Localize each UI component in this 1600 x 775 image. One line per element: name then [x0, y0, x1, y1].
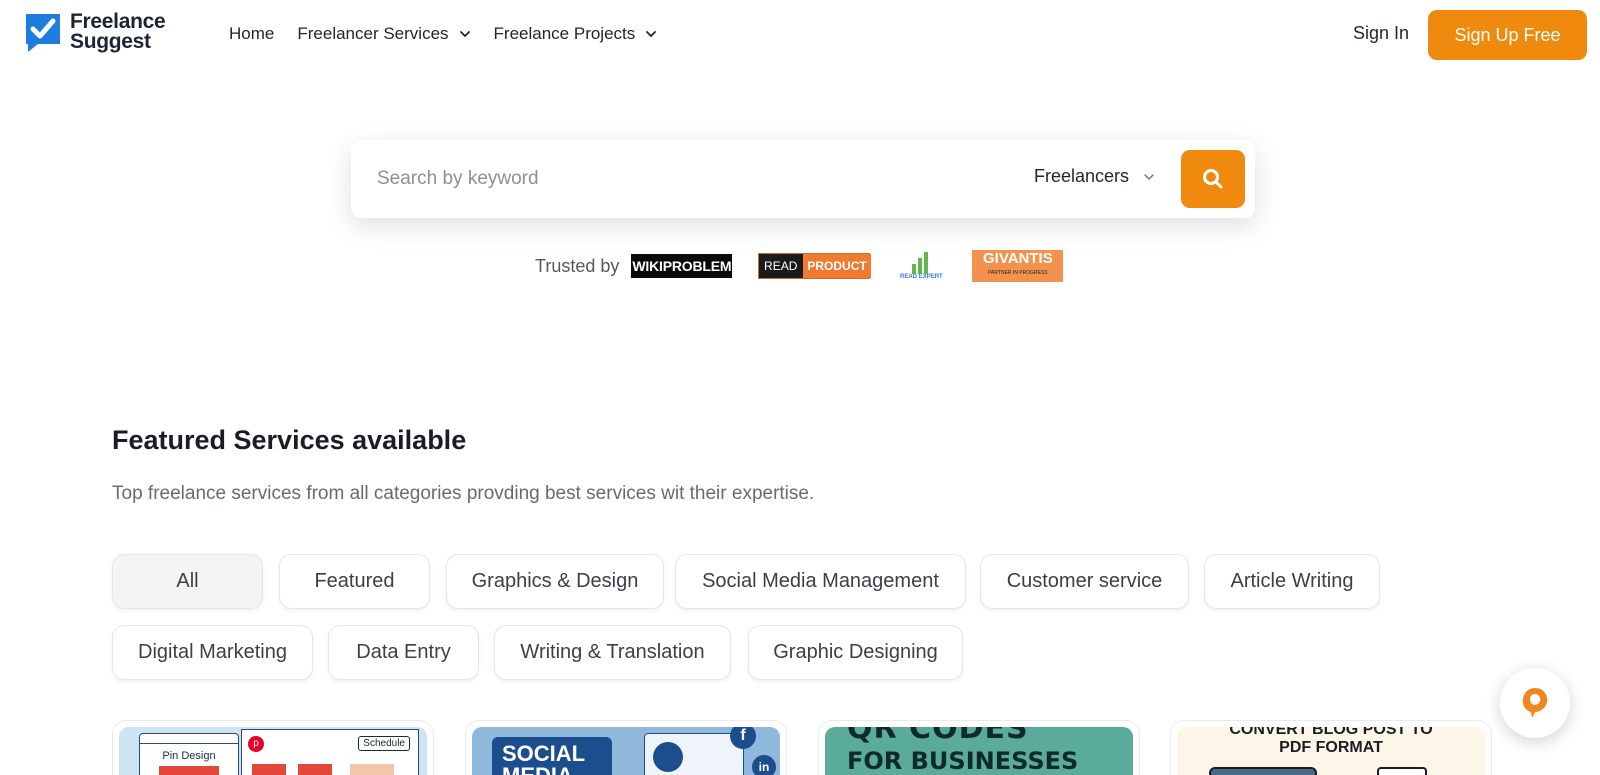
logo-line1: Freelance	[70, 10, 166, 33]
service-card[interactable]: SOCIAL MEDIA f in	[465, 720, 787, 775]
nav-freelance-projects[interactable]: Freelance Projects	[494, 22, 658, 46]
brand-logo-givantis: GIVANTIS PARTNER IN PROGRESS	[972, 250, 1064, 282]
service-card-image: Pin Design p Schedule	[119, 727, 427, 775]
thumb-3	[350, 764, 394, 775]
sign-in-link[interactable]: Sign In	[1353, 23, 1409, 44]
pin-design-panel: Pin Design	[139, 733, 239, 775]
profile-card	[644, 733, 744, 775]
nav-home-label: Home	[229, 24, 275, 43]
chevron-down-icon	[1144, 173, 1154, 180]
featured-title: Featured Services available	[112, 425, 467, 455]
sign-up-button[interactable]: Sign Up Free	[1428, 10, 1587, 60]
document-illustration	[1377, 767, 1427, 775]
service-card[interactable]: Pin Design p Schedule	[112, 720, 434, 775]
logo-line2: Suggest	[70, 30, 151, 53]
brand-read-text: READ	[764, 259, 798, 273]
chip-graphic-designing[interactable]: Graphic Designing	[748, 625, 963, 680]
pdf-format-heading: PDF FORMAT	[1279, 739, 1383, 756]
brand-logo-wikiproblem: WIKIPROBLEM	[631, 254, 733, 278]
search-icon	[1203, 169, 1223, 189]
featured-subtitle: Top freelance services from all categori…	[112, 483, 815, 504]
brand-readexpert-text: READ EXPERT	[900, 274, 943, 280]
brand-givantis-tagline: PARTNER IN PROGRESS	[988, 270, 1048, 276]
nav-home[interactable]: Home	[229, 22, 274, 46]
checkmark-logo-icon	[24, 12, 62, 52]
pinterest-icon: p	[248, 736, 264, 752]
chevron-down-icon	[459, 31, 470, 38]
service-card-image: SOCIAL MEDIA f in	[472, 727, 780, 775]
brand-givantis-text: GIVANTIS	[983, 250, 1053, 267]
media-text: MEDIA	[502, 765, 602, 775]
search-input[interactable]	[377, 163, 937, 195]
chip-writing-translation[interactable]: Writing & Translation	[494, 625, 731, 680]
social-text: SOCIAL	[502, 741, 586, 766]
avatar-icon	[653, 742, 683, 772]
convert-heading: CONVERT BLOG POST TO	[1229, 727, 1433, 738]
thumb-1	[252, 764, 286, 775]
social-media-badge: SOCIAL MEDIA	[492, 737, 612, 775]
chip-article-writing[interactable]: Article Writing	[1204, 554, 1380, 609]
service-card-image: CONVERT BLOG POST TO PDF FORMAT	[1177, 727, 1485, 775]
chip-all[interactable]: All	[112, 554, 263, 609]
thumb-2	[298, 764, 332, 775]
chat-icon	[1522, 688, 1548, 718]
nav-freelancer-services-label: Freelancer Services	[297, 24, 449, 43]
logo[interactable]: Freelance Suggest	[24, 10, 166, 53]
chip-data-entry[interactable]: Data Entry	[328, 625, 479, 680]
nav-freelancer-services[interactable]: Freelancer Services	[297, 22, 470, 46]
main-nav: Home Freelancer Services Freelance Proje…	[229, 22, 657, 46]
bar-chart-icon	[912, 252, 929, 274]
service-card[interactable]: CONVERT BLOG POST TO PDF FORMAT	[1170, 720, 1492, 775]
chip-featured[interactable]: Featured	[279, 554, 430, 609]
for-businesses-heading: FOR BUSINESSES	[847, 747, 1079, 775]
schedule-label: Schedule	[358, 736, 410, 751]
linkedin-icon: in	[752, 755, 776, 775]
browser-illustration	[1209, 767, 1317, 775]
pin-design-text: Pin Design	[162, 750, 216, 762]
chip-digital-marketing[interactable]: Digital Marketing	[112, 625, 313, 680]
service-card[interactable]: QR CODES FOR BUSINESSES	[818, 720, 1140, 775]
red-block	[159, 766, 219, 775]
chip-social-media-management[interactable]: Social Media Management	[675, 554, 966, 609]
service-card-image: QR CODES FOR BUSINESSES	[825, 727, 1133, 775]
chevron-down-icon	[646, 31, 657, 38]
search-type-label: Freelancers	[1034, 166, 1130, 186]
brand-logo-readexpert: READ EXPERT	[896, 246, 946, 286]
search-button[interactable]	[1181, 150, 1245, 208]
window-bar	[140, 734, 238, 744]
logo-text: Freelance Suggest	[70, 10, 166, 53]
qr-codes-heading: QR CODES	[847, 727, 1029, 746]
nav-freelance-projects-label: Freelance Projects	[493, 24, 636, 43]
brand-wikiproblem-text: WIKIPROBLEM	[632, 258, 732, 274]
search-type-dropdown[interactable]: Freelancers	[1034, 166, 1155, 187]
trusted-label: Trusted by	[535, 255, 620, 276]
chat-widget-button[interactable]	[1500, 668, 1570, 738]
schedule-panel: p Schedule	[241, 729, 419, 775]
brand-logo-readproduct: READ PRODUCT	[758, 253, 871, 279]
chip-customer-service[interactable]: Customer service	[980, 554, 1189, 609]
trusted-by: Trusted by WIKIPROBLEM READ PRODUCT READ…	[535, 246, 1064, 286]
search-bar: Freelancers	[351, 140, 1255, 218]
site-header: Freelance Suggest Home Freelancer Servic…	[0, 0, 1600, 70]
chip-graphics-design[interactable]: Graphics & Design	[446, 554, 664, 609]
facebook-icon: f	[730, 727, 756, 749]
brand-product-text: PRODUCT	[803, 254, 871, 278]
